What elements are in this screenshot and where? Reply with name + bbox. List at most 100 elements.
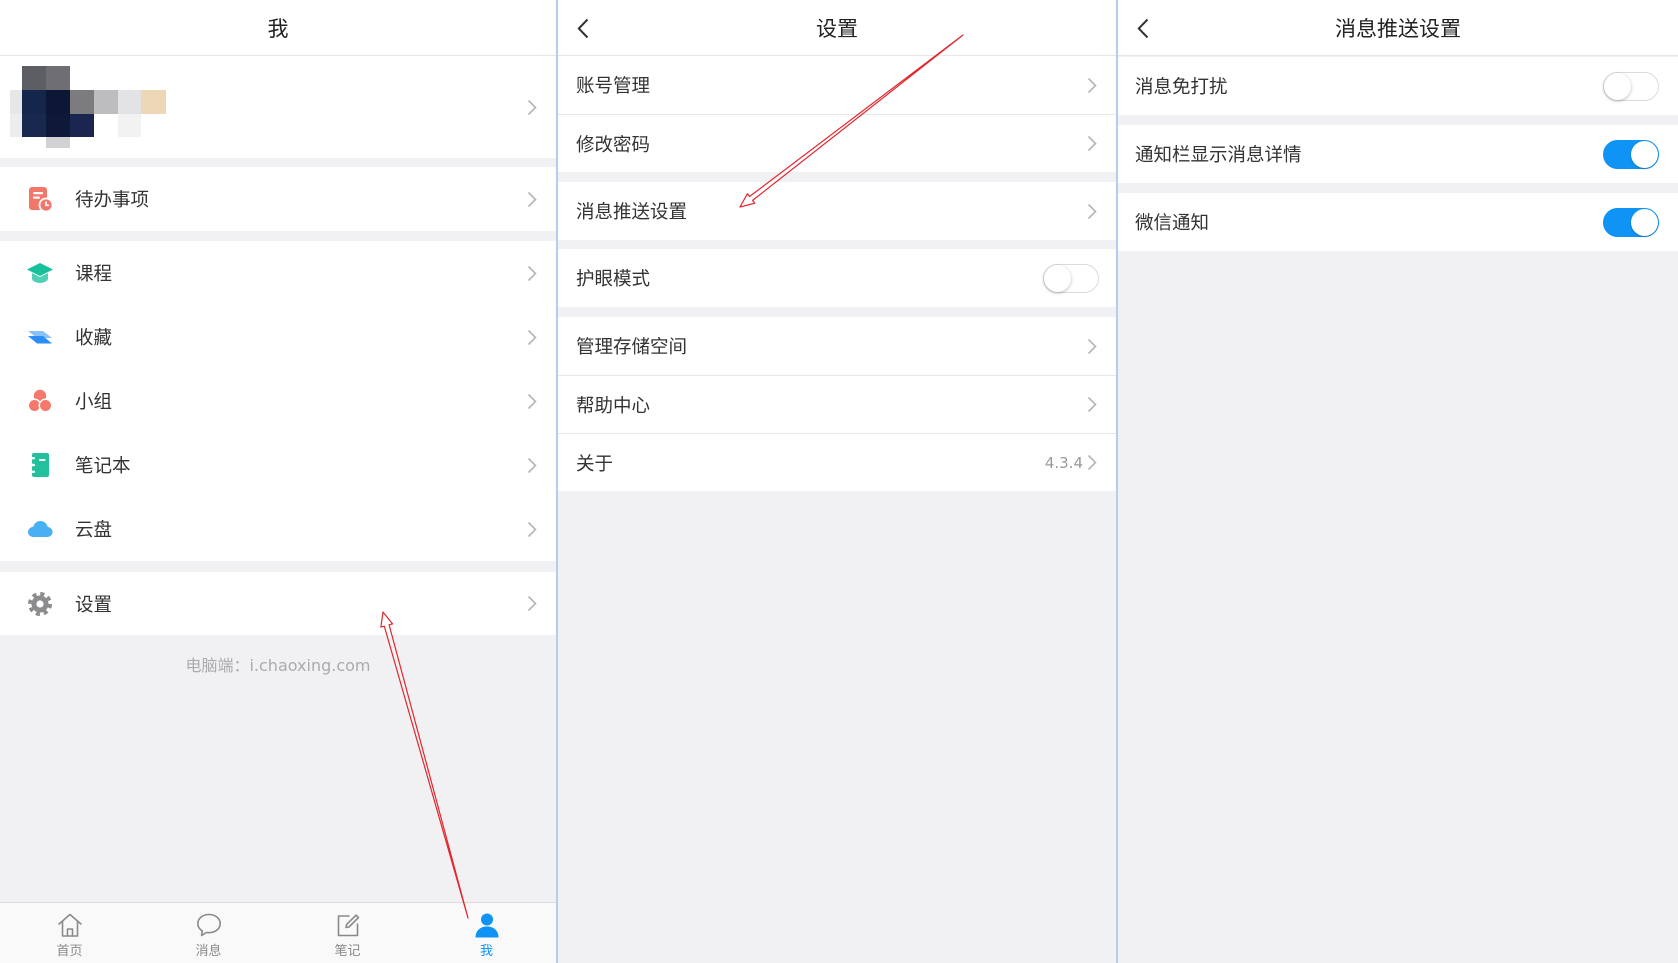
me-panel: 我 待办事项 课程 收藏 小组 笔记本 云盘 设置 电脑端：i.chaoxing… <box>0 0 556 963</box>
todo-icon <box>26 185 54 213</box>
header: 消息推送设置 <box>1118 0 1678 56</box>
page-title: 我 <box>267 16 289 41</box>
avatar-pixel <box>70 114 94 137</box>
notebook-icon <box>26 451 54 479</box>
header: 设置 <box>558 0 1116 56</box>
menu-item-label: 设置 <box>75 594 113 616</box>
tab-me[interactable]: 我 <box>417 903 556 963</box>
eye-care-section: 护眼模式 <box>558 249 1116 307</box>
favorites-icon <box>26 323 54 351</box>
chevron-right-icon <box>1087 338 1097 355</box>
tab-notes[interactable]: 笔记 <box>278 903 417 963</box>
notification-details-toggle[interactable] <box>1603 139 1659 169</box>
settings-item-label: 账号管理 <box>576 76 651 97</box>
push-settings-panel: 消息推送设置 消息免打扰 通知栏显示消息详情 微信通知 <box>1118 0 1678 963</box>
settings-item-account[interactable]: 账号管理 <box>558 56 1116 114</box>
settings-item-label: 帮助中心 <box>576 395 651 417</box>
back-chevron-icon[interactable] <box>577 18 589 39</box>
wechat-section: 微信通知 <box>1118 193 1678 251</box>
cloud-drive-icon <box>26 515 54 543</box>
settings-item-eye-care: 护眼模式 <box>558 249 1116 307</box>
settings-item-label: 管理存储空间 <box>576 337 688 358</box>
profile-row[interactable] <box>0 56 556 158</box>
tab-home[interactable]: 首页 <box>0 903 139 963</box>
avatar-pixel <box>46 114 70 137</box>
do-not-disturb-toggle[interactable] <box>1603 71 1659 101</box>
tab-label: 消息 <box>195 944 222 959</box>
chevron-right-icon <box>527 191 537 208</box>
settings-item-storage[interactable]: 管理存储空间 <box>558 317 1116 375</box>
settings-item-label: 护眼模式 <box>576 269 651 290</box>
main-menu-section: 课程 收藏 小组 笔记本 云盘 <box>0 241 556 561</box>
notification-detail-section: 通知栏显示消息详情 <box>1118 125 1678 183</box>
avatar-pixel <box>22 114 46 137</box>
tab-label: 首页 <box>56 944 83 959</box>
settings-item-label: 修改密码 <box>576 134 651 156</box>
avatar-pixel <box>118 90 141 114</box>
chevron-right-icon <box>527 457 537 474</box>
settings-item-push[interactable]: 消息推送设置 <box>558 182 1116 240</box>
push-item-wechat: 微信通知 <box>1118 193 1678 251</box>
eye-care-toggle[interactable] <box>1043 263 1099 293</box>
chevron-right-icon <box>1087 203 1097 220</box>
account-section: 账号管理 修改密码 <box>558 56 1116 172</box>
group-icon <box>26 387 54 415</box>
settings-item-label: 关于 <box>576 453 614 475</box>
web-address-hint: 电脑端：i.chaoxing.com <box>185 656 371 675</box>
menu-item-todo[interactable]: 待办事项 <box>0 167 556 231</box>
menu-item-cloud-drive[interactable]: 云盘 <box>0 497 556 561</box>
chevron-right-icon <box>527 99 537 116</box>
avatar-pixel <box>118 114 141 137</box>
settings-item-password[interactable]: 修改密码 <box>558 114 1116 172</box>
back-chevron-icon[interactable] <box>1137 18 1149 39</box>
chevron-right-icon <box>527 521 537 538</box>
todo-section: 待办事项 <box>0 167 556 231</box>
menu-item-group[interactable]: 小组 <box>0 369 556 433</box>
page-title: 消息推送设置 <box>1335 16 1461 41</box>
push-section: 消息推送设置 <box>558 182 1116 240</box>
misc-section: 管理存储空间 帮助中心 关于 4.3.4 <box>558 317 1116 491</box>
profile-section <box>0 56 556 158</box>
menu-item-label: 笔记本 <box>75 456 131 477</box>
chevron-right-icon <box>527 265 537 282</box>
settings-icon <box>26 590 54 618</box>
page-title: 设置 <box>816 16 858 41</box>
chevron-right-icon <box>1087 396 1097 413</box>
avatar-pixel <box>141 90 166 114</box>
toggle-knob <box>1044 264 1071 292</box>
menu-item-label: 课程 <box>75 264 113 285</box>
push-item-do-not-disturb: 消息免打扰 <box>1118 57 1678 115</box>
avatar-pixel <box>10 90 22 114</box>
version-number: 4.3.4 <box>1044 453 1083 472</box>
bottom-tab-bar: 首页 消息 笔记 我 <box>0 902 556 963</box>
menu-item-course[interactable]: 课程 <box>0 241 556 305</box>
settings-item-about[interactable]: 关于 4.3.4 <box>558 433 1116 491</box>
avatar-pixel <box>46 137 70 148</box>
course-icon <box>26 259 54 287</box>
note-icon <box>334 911 362 939</box>
menu-item-label: 小组 <box>75 392 113 413</box>
menu-item-label: 收藏 <box>75 328 113 349</box>
avatar-pixel <box>10 114 22 137</box>
menu-item-favorites[interactable]: 收藏 <box>0 305 556 369</box>
settings-section: 设置 <box>0 572 556 635</box>
chevron-right-icon <box>527 595 537 612</box>
tab-messages[interactable]: 消息 <box>139 903 278 963</box>
avatar-pixel <box>70 90 94 114</box>
menu-item-settings[interactable]: 设置 <box>0 572 556 635</box>
tab-label: 我 <box>479 944 493 959</box>
tab-label: 笔记 <box>334 944 361 959</box>
avatar-pixel <box>46 90 70 114</box>
home-icon <box>56 911 84 939</box>
header: 我 <box>0 0 556 56</box>
settings-item-help[interactable]: 帮助中心 <box>558 375 1116 433</box>
settings-panel: 设置 账号管理 修改密码 消息推送设置 护眼模式 管理存储空间 帮助中心 关于 … <box>558 0 1116 963</box>
avatar-pixel <box>94 90 118 114</box>
settings-item-label: 消息推送设置 <box>576 202 688 223</box>
dnd-section: 消息免打扰 <box>1118 57 1678 115</box>
wechat-notification-toggle[interactable] <box>1603 207 1659 237</box>
menu-item-label: 云盘 <box>75 520 113 541</box>
avatar <box>0 56 180 158</box>
menu-item-notebook[interactable]: 笔记本 <box>0 433 556 497</box>
push-item-label: 微信通知 <box>1135 213 1210 234</box>
